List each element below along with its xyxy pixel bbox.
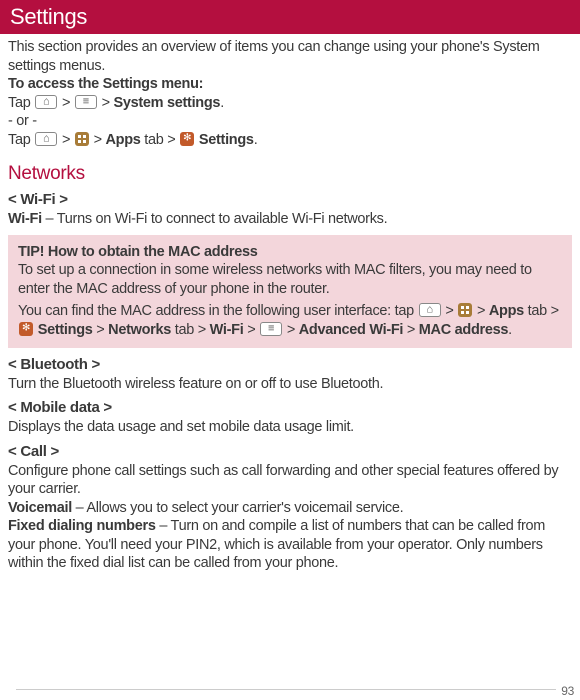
access-heading: To access the Settings menu: xyxy=(8,75,572,94)
fdn-label: Fixed dialing numbers xyxy=(8,518,156,534)
text: tab > xyxy=(171,322,210,338)
tip-box: TIP! How to obtain the MAC address To se… xyxy=(8,235,572,348)
text: Tap xyxy=(8,95,34,111)
wifi-subhead: < Wi-Fi > xyxy=(8,191,572,208)
text: > xyxy=(93,322,109,338)
wifi-desc: – Turns on Wi-Fi to connect to available… xyxy=(42,211,388,227)
fdn-line: Fixed dialing numbers – Turn on and comp… xyxy=(8,517,572,573)
bluetooth-subhead: < Bluetooth > xyxy=(8,356,572,373)
apps-icon xyxy=(458,303,472,317)
text: . xyxy=(508,322,512,338)
menu-icon xyxy=(260,322,282,336)
mobile-data-subhead: < Mobile data > xyxy=(8,399,572,416)
settings-label: Settings xyxy=(195,132,254,148)
settings-label: Settings xyxy=(34,322,93,338)
voicemail-line: Voicemail – Allows you to select your ca… xyxy=(8,499,572,518)
networks-label: Networks xyxy=(108,322,171,338)
text: > xyxy=(58,132,74,148)
mobile-data-desc: Displays the data usage and set mobile d… xyxy=(8,418,572,437)
text: . xyxy=(254,132,258,148)
call-subhead: < Call > xyxy=(8,443,572,460)
text: Tap xyxy=(8,132,34,148)
text: tab > xyxy=(141,132,180,148)
home-icon xyxy=(419,303,441,317)
page-content: This section provides an overview of ite… xyxy=(0,34,580,573)
text: > xyxy=(58,95,74,111)
nav-path-2: Tap > > Apps tab > Settings. xyxy=(8,131,572,150)
text: > xyxy=(473,303,489,319)
text: . xyxy=(220,95,224,111)
text: > xyxy=(90,132,106,148)
settings-banner: Settings xyxy=(0,0,580,34)
mac-address-label: MAC address xyxy=(419,322,508,338)
apps-label: Apps xyxy=(105,132,140,148)
text: You can find the MAC address in the foll… xyxy=(18,303,418,319)
text: > xyxy=(442,303,458,319)
networks-heading: Networks xyxy=(8,163,572,185)
tip-title: TIP! How to obtain the MAC address xyxy=(18,243,562,262)
text: > xyxy=(403,322,419,338)
advanced-wifi-label: Advanced Wi-Fi xyxy=(299,322,403,338)
wifi-label: Wi-Fi xyxy=(8,211,42,227)
or-separator: - or - xyxy=(8,112,572,131)
apps-label: Apps xyxy=(489,303,524,319)
nav-path-1: Tap > > System settings. xyxy=(8,94,572,113)
banner-title: Settings xyxy=(10,4,87,29)
footer-rule xyxy=(16,689,556,690)
settings-icon xyxy=(19,322,33,336)
text: tab > xyxy=(524,303,559,319)
text: > xyxy=(98,95,114,111)
apps-icon xyxy=(75,132,89,146)
tip-p1: To set up a connection in some wireless … xyxy=(18,261,562,298)
tip-p2: You can find the MAC address in the foll… xyxy=(18,302,562,339)
wifi-line: Wi-Fi – Turns on Wi-Fi to connect to ava… xyxy=(8,210,572,229)
system-settings-label: System settings xyxy=(113,95,220,111)
menu-icon xyxy=(75,95,97,109)
intro-para: This section provides an overview of ite… xyxy=(8,38,572,75)
text: > xyxy=(243,322,259,338)
page-number: 93 xyxy=(561,684,574,698)
bluetooth-desc: Turn the Bluetooth wireless feature on o… xyxy=(8,375,572,394)
settings-icon xyxy=(180,132,194,146)
text: > xyxy=(283,322,299,338)
voicemail-desc: – Allows you to select your carrier's vo… xyxy=(72,500,403,516)
wifi-label: Wi-Fi xyxy=(210,322,244,338)
home-icon xyxy=(35,132,57,146)
voicemail-label: Voicemail xyxy=(8,500,72,516)
call-desc: Configure phone call settings such as ca… xyxy=(8,462,572,499)
home-icon xyxy=(35,95,57,109)
